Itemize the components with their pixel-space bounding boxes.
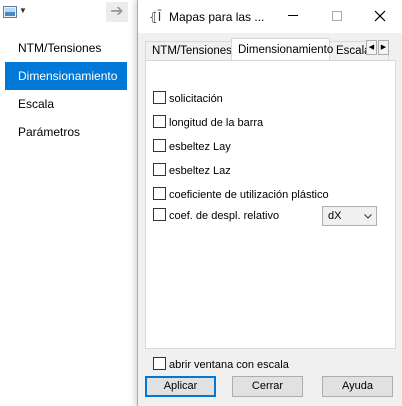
minimize-icon — [288, 15, 298, 17]
checkbox-row-esbeltez-lay[interactable]: esbeltez Lay — [153, 139, 231, 155]
checkbox-row-coef-despl[interactable]: coef. de despl. relativo — [153, 208, 279, 224]
checkbox[interactable] — [153, 208, 166, 221]
help-button[interactable]: Ayuda — [322, 376, 393, 397]
displacement-select[interactable]: dX — [322, 206, 377, 226]
tab-page-dimensionamiento: solicitación longitud de la barra esbelt… — [145, 60, 396, 349]
tab-ntm-tensiones[interactable]: NTM/Tensiones — [145, 41, 232, 60]
checkbox-row-esbeltez-laz[interactable]: esbeltez Laz — [153, 163, 231, 179]
maximize-button[interactable] — [315, 0, 359, 31]
checkbox[interactable] — [153, 187, 166, 200]
nav-item-parametros[interactable]: Parámetros — [0, 118, 137, 146]
tab-dimensionamiento[interactable]: Dimensionamiento — [231, 38, 333, 60]
apply-button[interactable]: Aplicar — [145, 376, 216, 397]
checkbox-row-abrir-ventana[interactable]: abrir ventana con escala — [153, 357, 289, 373]
picture-icon[interactable] — [3, 6, 17, 18]
checkbox-label: esbeltez Laz — [169, 165, 231, 177]
maximize-icon — [332, 10, 342, 21]
checkbox-label: coef. de despl. relativo — [169, 210, 280, 222]
checkbox[interactable] — [153, 139, 166, 152]
checkbox-row-longitud[interactable]: longitud de la barra — [153, 115, 263, 131]
checkbox[interactable] — [153, 163, 166, 176]
tab-strip: NTM/Tensiones Dimensionamiento Escala — [145, 38, 395, 60]
checkbox-label: longitud de la barra — [169, 117, 264, 129]
nav-item-escala[interactable]: Escala — [0, 90, 137, 118]
checkbox-label: solicitación — [169, 93, 223, 105]
nav-item-ntm-tensiones[interactable]: NTM/Tensiones — [0, 34, 137, 62]
chevron-down-icon — [364, 214, 372, 219]
dialog-window: ⦃Ĩ Mapas para las ... NTM/Tensiones Dime… — [137, 0, 402, 406]
minimize-button[interactable] — [271, 0, 315, 31]
left-panel: ▼ ➔ NTM/Tensiones Dimensionamiento Escal… — [0, 0, 137, 406]
checkbox-label: esbeltez Lay — [169, 141, 231, 153]
select-value: dX — [328, 210, 342, 222]
title-bar[interactable]: ⦃Ĩ Mapas para las ... — [138, 0, 402, 33]
left-toolbar: ▼ ➔ — [0, 0, 137, 26]
checkbox-label: abrir ventana con escala — [169, 359, 289, 371]
nav-list: NTM/Tensiones Dimensionamiento Escala Pa… — [0, 34, 137, 146]
arrow-right-icon[interactable]: ➔ — [106, 2, 128, 22]
window-title: Mapas para las ... — [169, 10, 265, 24]
close-icon — [374, 10, 386, 22]
app-icon: ⦃Ĩ — [149, 10, 162, 24]
checkbox-row-coef-utilizacion[interactable]: coeficiente de utilización plástico — [153, 187, 329, 203]
close-window-button[interactable] — [358, 0, 402, 31]
tab-scroll-left-icon[interactable]: ◀ — [366, 40, 377, 55]
close-button[interactable]: Cerrar — [232, 376, 303, 397]
nav-item-dimensionamiento[interactable]: Dimensionamiento — [5, 62, 127, 90]
checkbox-row-solicitacion[interactable]: solicitación — [153, 91, 223, 107]
caret-down-icon[interactable]: ▼ — [19, 6, 27, 16]
tab-scroll-right-icon[interactable]: ▶ — [378, 40, 389, 55]
checkbox[interactable] — [153, 115, 166, 128]
checkbox[interactable] — [153, 91, 166, 104]
checkbox-label: coeficiente de utilización plástico — [169, 189, 329, 201]
checkbox[interactable] — [153, 357, 166, 370]
